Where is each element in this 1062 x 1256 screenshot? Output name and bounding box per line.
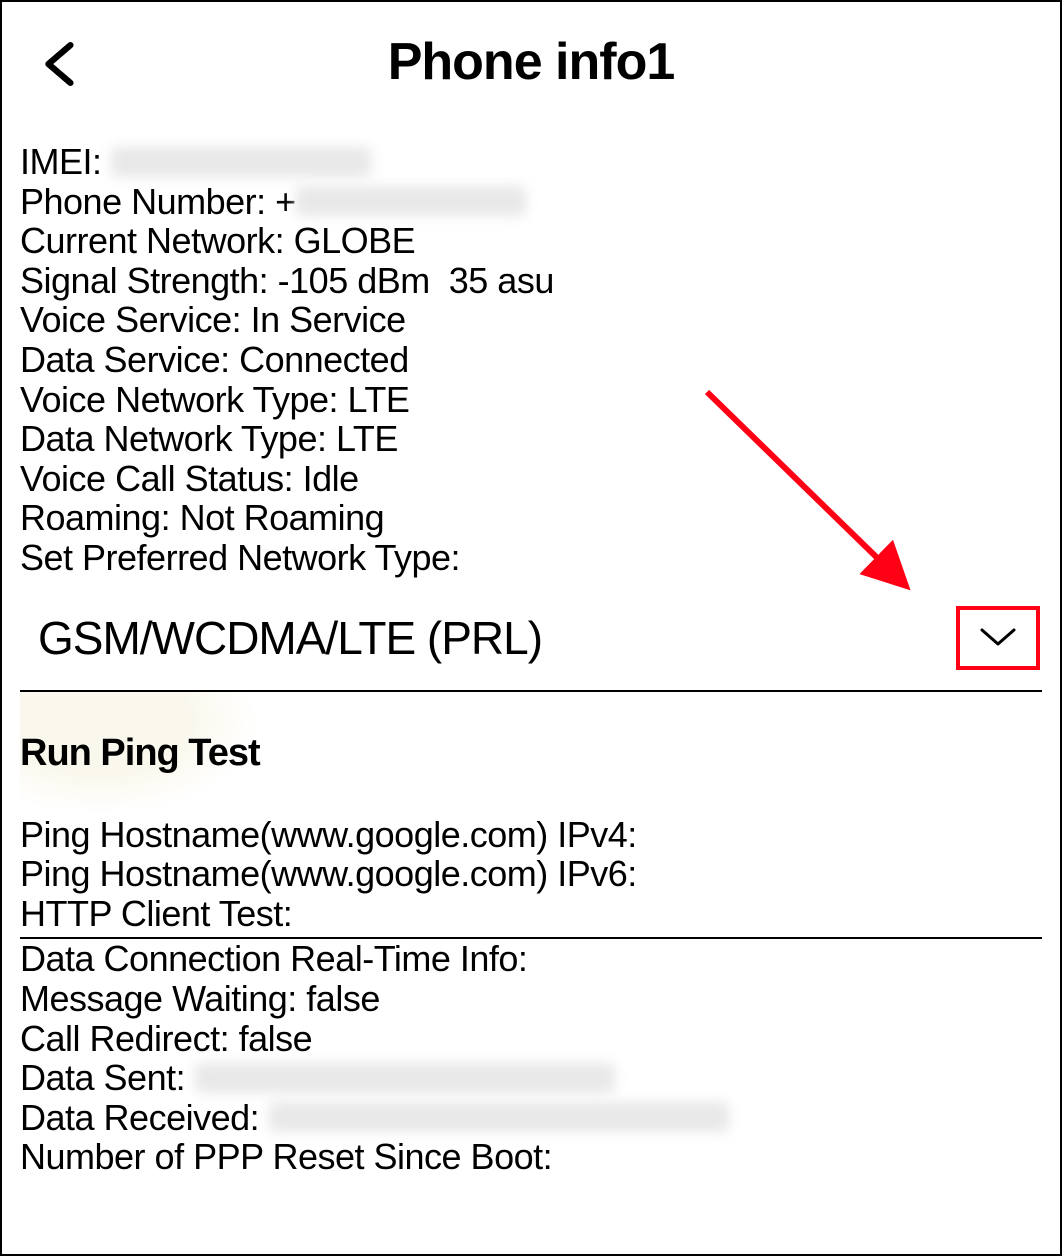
current-network-value: GLOBE (294, 221, 416, 261)
current-network-row: Current Network: GLOBE (20, 221, 1042, 261)
data-service-value: Connected (239, 340, 409, 380)
chevron-left-icon (42, 42, 80, 86)
data-network-type-value: LTE (336, 419, 398, 459)
data-sent-label: Data Sent: (20, 1058, 195, 1098)
realtime-header-row: Data Connection Real-Time Info: (20, 939, 1042, 979)
call-redirect-row: Call Redirect: false (20, 1019, 1042, 1059)
voice-call-status-row: Voice Call Status: Idle (20, 459, 1042, 499)
phone-number-value-redacted (296, 186, 526, 216)
dropdown-chevron-highlight[interactable] (956, 606, 1040, 670)
realtime-header-label: Data Connection Real-Time Info: (20, 939, 527, 979)
call-redirect-label: Call Redirect: (20, 1019, 239, 1059)
roaming-label: Roaming: (20, 498, 180, 538)
data-network-type-label: Data Network Type: (20, 419, 336, 459)
voice-call-status-value: Idle (303, 459, 359, 499)
voice-network-type-row: Voice Network Type: LTE (20, 380, 1042, 420)
network-type-dropdown[interactable]: GSM/WCDMA/LTE (PRL) (20, 586, 1042, 692)
imei-value-redacted (111, 147, 371, 177)
voice-call-status-label: Voice Call Status: (20, 459, 303, 499)
data-sent-value-redacted (195, 1063, 615, 1093)
voice-network-type-label: Voice Network Type: (20, 380, 348, 420)
ping-ipv6-row: Ping Hostname(www.google.com) IPv6: (20, 854, 1042, 894)
ping-ipv6-label: Ping Hostname(www.google.com) IPv6: (20, 854, 637, 894)
phone-number-label: Phone Number: (20, 182, 275, 222)
roaming-row: Roaming: Not Roaming (20, 498, 1042, 538)
back-button[interactable] (42, 42, 80, 91)
imei-label: IMEI: (20, 142, 111, 182)
data-received-value-redacted (269, 1102, 729, 1132)
data-sent-row: Data Sent: (20, 1058, 1042, 1098)
dropdown-selected-value: GSM/WCDMA/LTE (PRL) (38, 611, 542, 665)
ppp-reset-label: Number of PPP Reset Since Boot: (20, 1137, 552, 1177)
ping-test-section: Ping Hostname(www.google.com) IPv4: Ping… (20, 815, 1042, 940)
current-network-label: Current Network: (20, 221, 294, 261)
data-service-row: Data Service: Connected (20, 340, 1042, 380)
chevron-down-icon (980, 628, 1016, 648)
imei-row: IMEI: (20, 142, 1042, 182)
run-ping-test-button[interactable]: Run Ping Test (20, 692, 260, 815)
call-redirect-value: false (239, 1019, 313, 1059)
data-service-label: Data Service: (20, 340, 239, 380)
message-waiting-row: Message Waiting: false (20, 979, 1042, 1019)
http-client-test-row: HTTP Client Test: (20, 894, 1042, 934)
header-bar: Phone info1 (2, 2, 1060, 132)
voice-service-label: Voice Service: (20, 300, 251, 340)
http-client-test-label: HTTP Client Test: (20, 894, 292, 934)
main-content: IMEI: Phone Number: + Current Network: G… (2, 132, 1060, 1177)
ping-ipv4-row: Ping Hostname(www.google.com) IPv4: (20, 815, 1042, 855)
signal-strength-label: Signal Strength: (20, 261, 278, 301)
data-received-label: Data Received: (20, 1098, 269, 1138)
preferred-network-label-row: Set Preferred Network Type: (20, 538, 1042, 578)
message-waiting-label: Message Waiting: (20, 979, 306, 1019)
voice-service-row: Voice Service: In Service (20, 300, 1042, 340)
page-title: Phone info1 (22, 32, 1040, 92)
preferred-network-label: Set Preferred Network Type: (20, 538, 460, 578)
phone-number-row: Phone Number: + (20, 182, 1042, 222)
voice-service-value: In Service (251, 300, 406, 340)
phone-number-prefix: + (275, 182, 296, 222)
message-waiting-value: false (306, 979, 380, 1019)
ping-ipv4-label: Ping Hostname(www.google.com) IPv4: (20, 815, 637, 855)
signal-strength-value: -105 dBm 35 asu (278, 261, 554, 301)
roaming-value: Not Roaming (180, 498, 385, 538)
data-received-row: Data Received: (20, 1098, 1042, 1138)
voice-network-type-value: LTE (348, 380, 410, 420)
signal-strength-row: Signal Strength: -105 dBm 35 asu (20, 261, 1042, 301)
data-network-type-row: Data Network Type: LTE (20, 419, 1042, 459)
ppp-reset-row: Number of PPP Reset Since Boot: (20, 1137, 1042, 1177)
